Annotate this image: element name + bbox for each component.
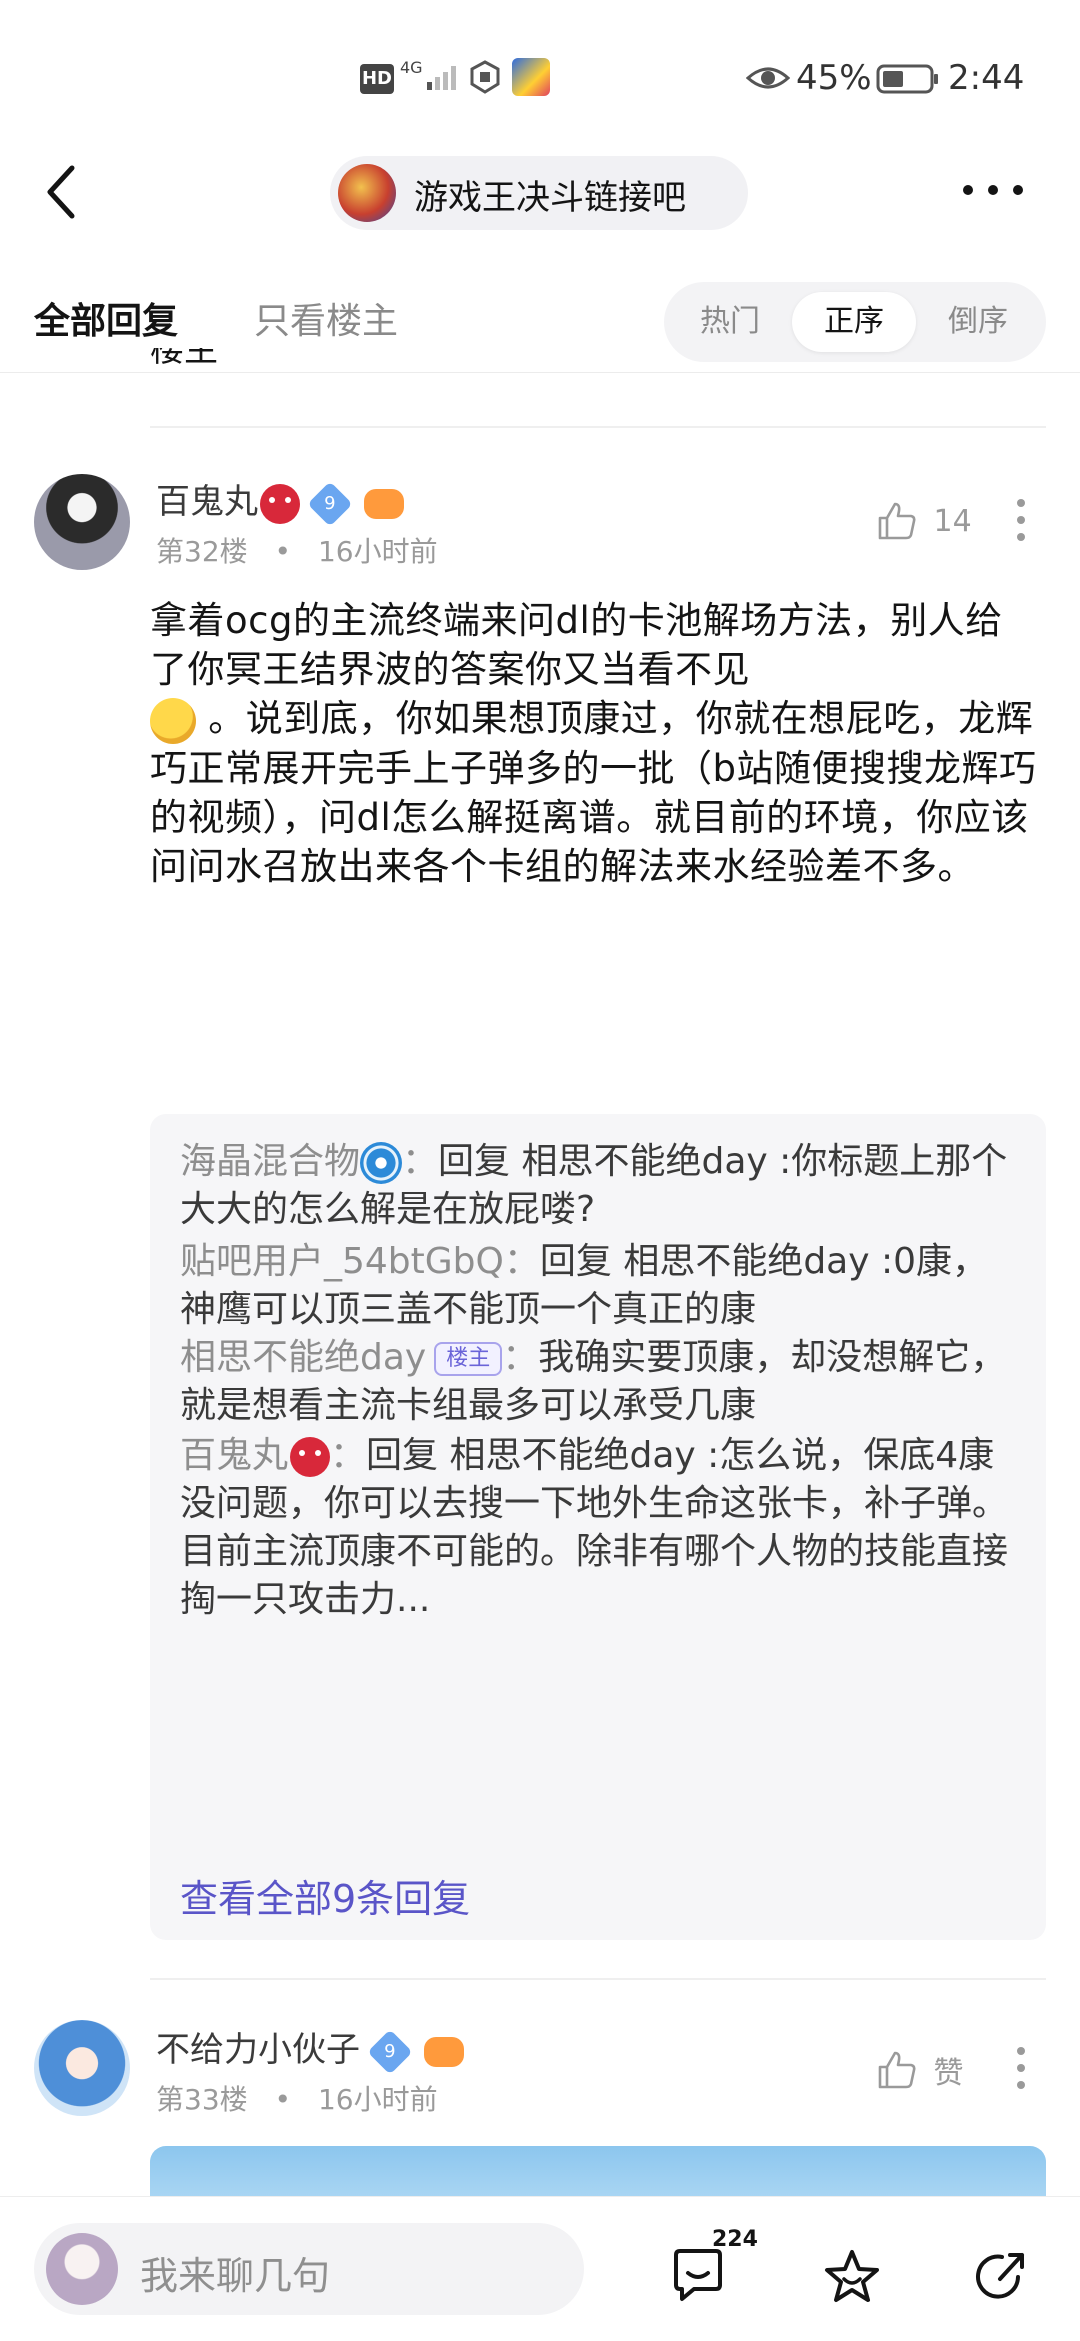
reply-author[interactable]: 海晶混合物 [180, 1141, 360, 1182]
comment-count: 224 [712, 2227, 758, 2252]
sub-replies: 海晶混合物 ：回复 相思不能绝day :你标题上那个大大的怎么解是在放屁喽? 贴吧… [150, 1114, 1046, 1940]
post-author[interactable]: 百鬼丸 9 [156, 474, 404, 527]
post-author[interactable]: 不给力小伙子 9 [156, 2022, 464, 2075]
reply-input[interactable]: 我来聊几句 [34, 2223, 584, 2315]
username: 百鬼丸 [156, 482, 258, 522]
forum-title-pill[interactable]: 游戏王决斗链接吧 [330, 156, 748, 230]
thumbs-up-icon [878, 502, 916, 540]
sort-switch: 热门 正序 倒序 [664, 282, 1046, 362]
swirl-emoji-icon [360, 1142, 403, 1184]
like-count: 14 [933, 503, 972, 539]
sub-reply[interactable]: 百鬼丸 ：回复 相思不能绝day :怎么说，保底4康没问题，你可以去搜一下地外生命… [180, 1432, 1016, 1624]
like-button[interactable]: 赞 [876, 2048, 964, 2092]
tab-all-replies[interactable]: 全部回复 [34, 292, 178, 344]
my-avatar [46, 2233, 118, 2305]
post-body: 拿着ocg的主流终端来问dl的卡池解场方法，别人给了你冥王结界波的答案你又当看不… [150, 599, 1037, 888]
owner-tag: 楼主 [434, 1342, 503, 1376]
like-label: 赞 [933, 2056, 964, 2091]
thumbs-up-icon [878, 2051, 916, 2089]
shield-icon [470, 60, 500, 94]
post-meta: 第33楼 • 16小时前 [156, 2078, 438, 2118]
app-notification-icon [512, 58, 550, 96]
floor-number: 第33楼 [156, 2083, 248, 2116]
meta-separator: • [274, 2083, 292, 2116]
ogre-emoji-icon [260, 483, 300, 524]
clock: 2:44 [948, 58, 1025, 98]
back-icon[interactable] [42, 162, 82, 222]
like-button[interactable]: 14 [876, 500, 972, 542]
comments-button[interactable]: 224 [668, 2227, 758, 2313]
sub-reply[interactable]: 贴吧用户_54btGbQ：回复 相思不能绝day :0康，神鹰可以顶三盖不能顶一… [180, 1238, 1016, 1334]
username: 不给力小伙子 [156, 2030, 360, 2070]
tabs-divider [0, 372, 1080, 373]
avatar[interactable] [34, 2020, 130, 2116]
gamepad-badge-icon [424, 2036, 464, 2067]
reply-separator: ： [503, 1241, 540, 1282]
more-options-icon[interactable] [958, 178, 1028, 202]
previous-post-tail: 楼主 [150, 348, 218, 370]
reply-separator: ： [330, 1435, 367, 1476]
post-meta: 第32楼 • 16小时前 [156, 530, 438, 570]
sort-descending[interactable]: 倒序 [916, 292, 1040, 352]
eye-comfort-icon [746, 67, 790, 89]
gamepad-badge-icon [364, 488, 404, 519]
forum-avatar [338, 164, 396, 222]
sub-reply[interactable]: 海晶混合物 ：回复 相思不能绝day :你标题上那个大大的怎么解是在放屁喽? [180, 1138, 1016, 1234]
battery-icon [876, 64, 938, 94]
post-more-icon[interactable] [1016, 2046, 1026, 2090]
reply-author[interactable]: 相思不能绝day [180, 1337, 426, 1378]
view-all-replies-link[interactable]: 查看全部9条回复 [180, 1868, 470, 1923]
avatar[interactable] [34, 474, 130, 570]
reply-author[interactable]: 百鬼丸 [180, 1435, 288, 1476]
favorite-star-icon[interactable] [822, 2247, 882, 2307]
ogre-emoji-icon [290, 1437, 331, 1477]
thinking-emoji-icon [150, 697, 196, 744]
signal-icon [427, 66, 456, 90]
share-icon[interactable] [972, 2247, 1032, 2307]
status-bar: HD 4G 45% 2:44 [0, 50, 1080, 110]
level-badge: 9 [307, 480, 353, 527]
post-time: 16小时前 [317, 2083, 438, 2116]
sort-ascending[interactable]: 正序 [792, 292, 916, 352]
post-divider [150, 426, 1046, 428]
network-type: 4G [400, 58, 423, 77]
sub-reply[interactable]: 相思不能绝day 楼主 ：我确实要顶康，却没想解它，就是想看主流卡组最多可以承受几康 [180, 1334, 1016, 1430]
level-badge: 9 [367, 2028, 413, 2075]
forum-name: 游戏王决斗链接吧 [414, 178, 686, 218]
comment-icon [674, 2249, 722, 2301]
bottom-bar: 我来聊几句 224 [0, 2196, 1080, 2341]
reply-separator: ： [502, 1337, 539, 1378]
post-time: 16小时前 [317, 535, 438, 568]
sort-hot[interactable]: 热门 [668, 292, 792, 352]
meta-separator: • [274, 535, 292, 568]
reply-separator: ： [402, 1141, 439, 1182]
reply-author[interactable]: 贴吧用户_54btGbQ [180, 1241, 504, 1282]
post-more-icon[interactable] [1016, 498, 1026, 542]
post-divider [150, 1978, 1046, 1980]
reply-placeholder: 我来聊几句 [140, 2254, 331, 2298]
hd-voice-icon: HD [360, 64, 394, 94]
floor-number: 第32楼 [156, 535, 248, 568]
battery-percent: 45% [796, 58, 872, 98]
tab-owner-only[interactable]: 只看楼主 [254, 292, 398, 344]
